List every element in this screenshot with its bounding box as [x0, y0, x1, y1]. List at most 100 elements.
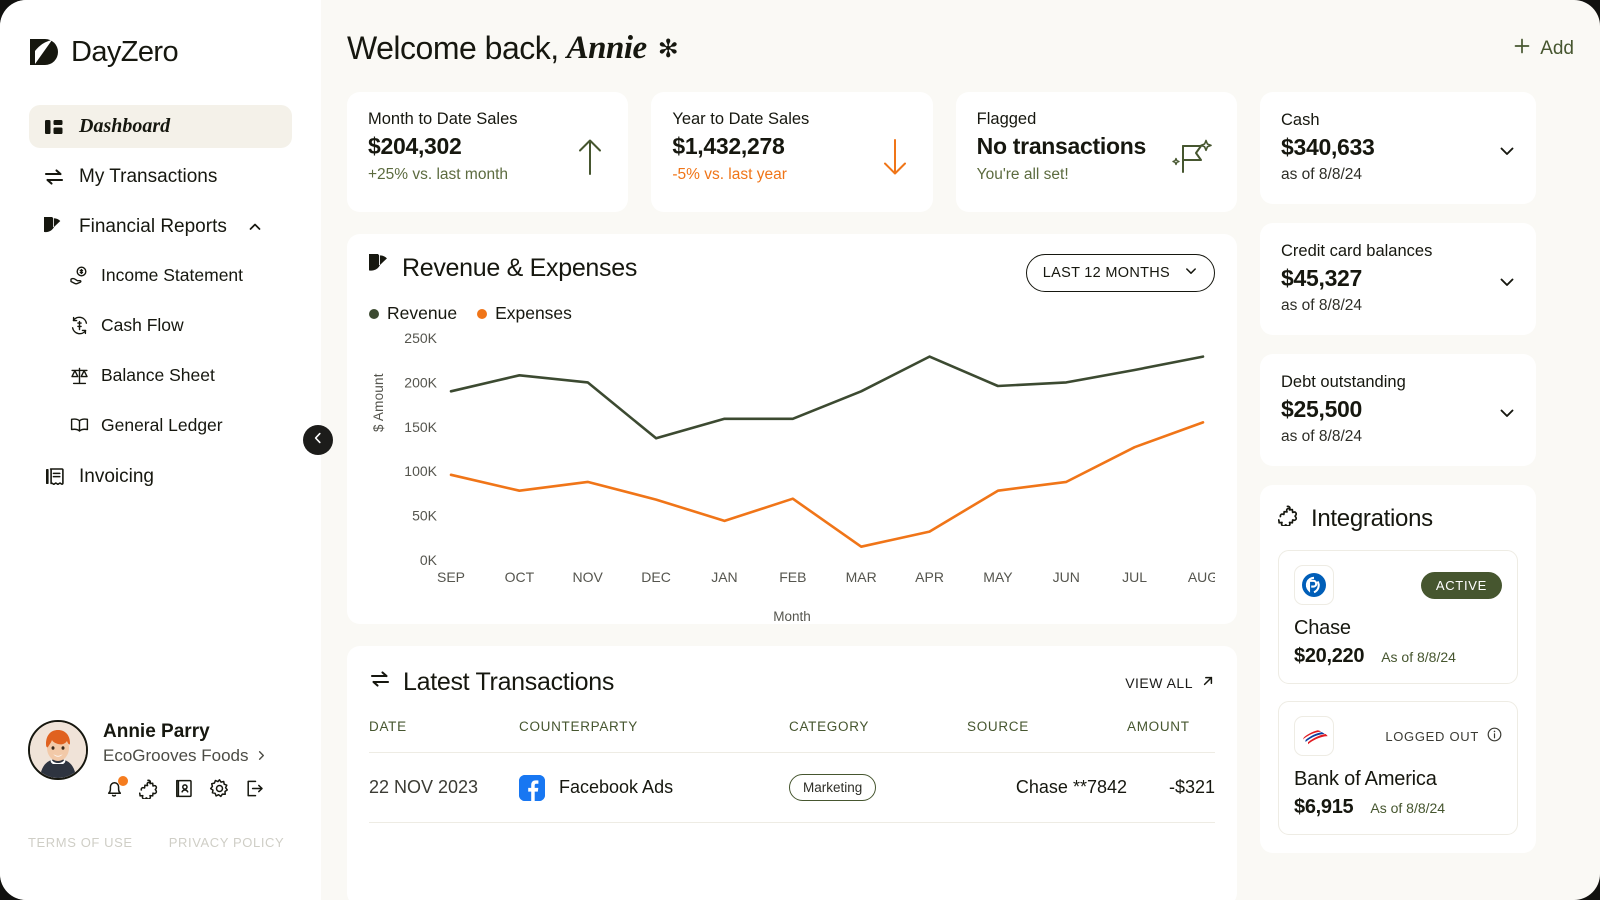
left-column: Month to Date Sales $204,302 +25% vs. la…: [347, 92, 1237, 900]
invoice-icon: [43, 466, 65, 488]
sidebar-collapse-button[interactable]: [303, 425, 333, 455]
flag-sparkle-icon: [1172, 136, 1216, 183]
balance-as-of: as of 8/8/24: [1281, 166, 1516, 184]
integration-name: Chase: [1294, 617, 1502, 640]
chart-header: Revenue & Expenses LAST 12 MONTHS: [369, 254, 1215, 292]
sidebar-nav: Dashboard My Transactions Financial Repo…: [0, 105, 321, 498]
kpi-subtext: +25% vs. last month: [368, 166, 608, 184]
cell-amount: -$321: [1127, 753, 1215, 823]
integration-item-chase[interactable]: ACTIVE Chase $20,220 As of 8/8/24: [1278, 550, 1518, 684]
svg-text:JUL: JUL: [1122, 569, 1147, 585]
chevron-right-icon: [256, 746, 267, 766]
sidebar-subitem-label: Cash Flow: [101, 315, 184, 336]
legend-item-revenue[interactable]: Revenue: [369, 303, 457, 324]
integrations-title: Integrations: [1278, 504, 1518, 533]
chart-range-value: LAST 12 MONTHS: [1043, 265, 1170, 281]
user-quick-icons: [103, 777, 267, 800]
user-name: Annie Parry: [103, 720, 267, 744]
chart-plot-area: $ Amount 0K50K100K150K200K250KSEPOCTNOVD…: [369, 328, 1215, 620]
bell-icon[interactable]: [103, 777, 126, 800]
sidebar-item-balance-sheet[interactable]: Balance Sheet: [55, 355, 292, 395]
column-header-date: DATE: [369, 719, 519, 753]
sidebar-subitem-label: General Ledger: [101, 415, 223, 436]
dashboard-icon: [43, 116, 65, 138]
integration-item-bank-of-america[interactable]: LOGGED OUT Bank of America $6,915 As of …: [1278, 701, 1518, 835]
chevron-down-icon[interactable]: [1497, 141, 1517, 166]
brand[interactable]: DayZero: [0, 30, 321, 74]
chart-range-select[interactable]: LAST 12 MONTHS: [1026, 254, 1215, 292]
svg-text:AUG: AUG: [1188, 569, 1215, 585]
sidebar-item-label: Financial Reports: [79, 216, 227, 238]
balance-card-credit-card-balances: Credit card balances $45,327 as of 8/8/2…: [1260, 223, 1536, 335]
column-header-amount: AMOUNT: [1127, 719, 1215, 753]
line-chart: 0K50K100K150K200K250KSEPOCTNOVDECJANFEBM…: [369, 328, 1215, 604]
chevron-left-icon: [311, 431, 325, 450]
chevron-up-icon[interactable]: [247, 219, 263, 235]
svg-text:JAN: JAN: [711, 569, 737, 585]
revenue-expenses-chart-card: Revenue & Expenses LAST 12 MONTHS R: [347, 234, 1237, 624]
puzzle-icon[interactable]: [138, 777, 161, 800]
legend-item-expenses[interactable]: Expenses: [477, 303, 572, 324]
table-row[interactable]: 22 NOV 2023 Facebook Ads: [369, 753, 1215, 823]
sidebar-item-label: Dashboard: [79, 115, 170, 138]
sidebar-item-financial-reports[interactable]: Financial Reports: [29, 205, 292, 248]
chevron-down-icon[interactable]: [1497, 272, 1517, 297]
sidebar-item-income-statement[interactable]: Income Statement: [55, 255, 292, 295]
facebook-icon: [519, 775, 545, 801]
svg-text:OCT: OCT: [505, 569, 535, 585]
cell-category: Marketing: [789, 753, 967, 823]
transactions-title-label: Latest Transactions: [403, 668, 614, 697]
add-button[interactable]: Add: [1512, 30, 1574, 62]
sidebar-item-invoicing[interactable]: Invoicing: [29, 455, 292, 498]
integration-as-of: As of 8/8/24: [1381, 649, 1456, 665]
view-all-button[interactable]: VIEW ALL: [1125, 674, 1215, 691]
kpi-card-month-to-date-sales: Month to Date Sales $204,302 +25% vs. la…: [347, 92, 628, 212]
category-chip: Marketing: [789, 774, 876, 801]
user-org-label: EcoGrooves Foods: [103, 746, 249, 766]
sparkle-icon: ✻: [658, 34, 678, 64]
status-badge: ACTIVE: [1421, 572, 1502, 599]
page-header: Welcome back, Annie ✻ Add: [347, 30, 1574, 92]
gear-icon[interactable]: [208, 777, 231, 800]
privacy-policy-link[interactable]: PRIVACY POLICY: [169, 835, 285, 850]
info-icon[interactable]: [1487, 727, 1502, 745]
status-badge: LOGGED OUT: [1385, 727, 1502, 745]
chart-title-label: Revenue & Expenses: [402, 254, 637, 283]
chevron-down-icon[interactable]: [1497, 403, 1517, 428]
greeting-name: Annie: [567, 30, 647, 67]
avatar[interactable]: [28, 720, 88, 780]
legend-swatch: [369, 309, 379, 319]
main-content: Welcome back, Annie ✻ Add Month to Date …: [321, 0, 1600, 900]
bank-of-america-icon: [1294, 716, 1334, 756]
user-block: Annie Parry EcoGrooves Foods: [28, 720, 267, 800]
arrow-down-icon: [878, 136, 912, 183]
plus-icon: [1512, 36, 1532, 62]
dashboard-grid: Month to Date Sales $204,302 +25% vs. la…: [347, 92, 1574, 900]
kpi-label: Year to Date Sales: [672, 110, 912, 129]
logout-icon[interactable]: [243, 777, 266, 800]
sidebar-item-my-transactions[interactable]: My Transactions: [29, 155, 292, 198]
column-header-counterparty: COUNTERPARTY: [519, 719, 789, 753]
legend-swatch: [477, 309, 487, 319]
sidebar: DayZero Dashboard My Transactions Financ…: [0, 0, 321, 900]
user-org[interactable]: EcoGrooves Foods: [103, 746, 267, 766]
sidebar-item-cash-flow[interactable]: Cash Flow: [55, 305, 292, 345]
sidebar-item-general-ledger[interactable]: General Ledger: [55, 405, 292, 445]
chart-title: Revenue & Expenses: [369, 254, 637, 283]
chart-x-axis-label: Month: [369, 609, 1215, 624]
latest-transactions-card: Latest Transactions VIEW ALL DATE: [347, 646, 1237, 900]
contact-book-icon[interactable]: [173, 777, 196, 800]
terms-of-use-link[interactable]: TERMS OF USE: [28, 835, 133, 850]
sidebar-subitem-label: Income Statement: [101, 265, 243, 286]
column-header-source: SOURCE: [967, 719, 1127, 753]
chart-legend: Revenue Expenses: [369, 303, 1215, 324]
balance-label: Credit card balances: [1281, 242, 1516, 261]
svg-text:SEP: SEP: [437, 569, 465, 585]
kpi-value: $204,302: [368, 133, 608, 160]
right-column: Cash $340,633 as of 8/8/24 Credit card b…: [1260, 92, 1536, 900]
transfer-arrows-icon: [369, 668, 391, 697]
integrations-title-label: Integrations: [1311, 505, 1433, 533]
sidebar-item-dashboard[interactable]: Dashboard: [29, 105, 292, 148]
svg-text:DEC: DEC: [641, 569, 671, 585]
sidebar-item-label: Invoicing: [79, 466, 154, 488]
